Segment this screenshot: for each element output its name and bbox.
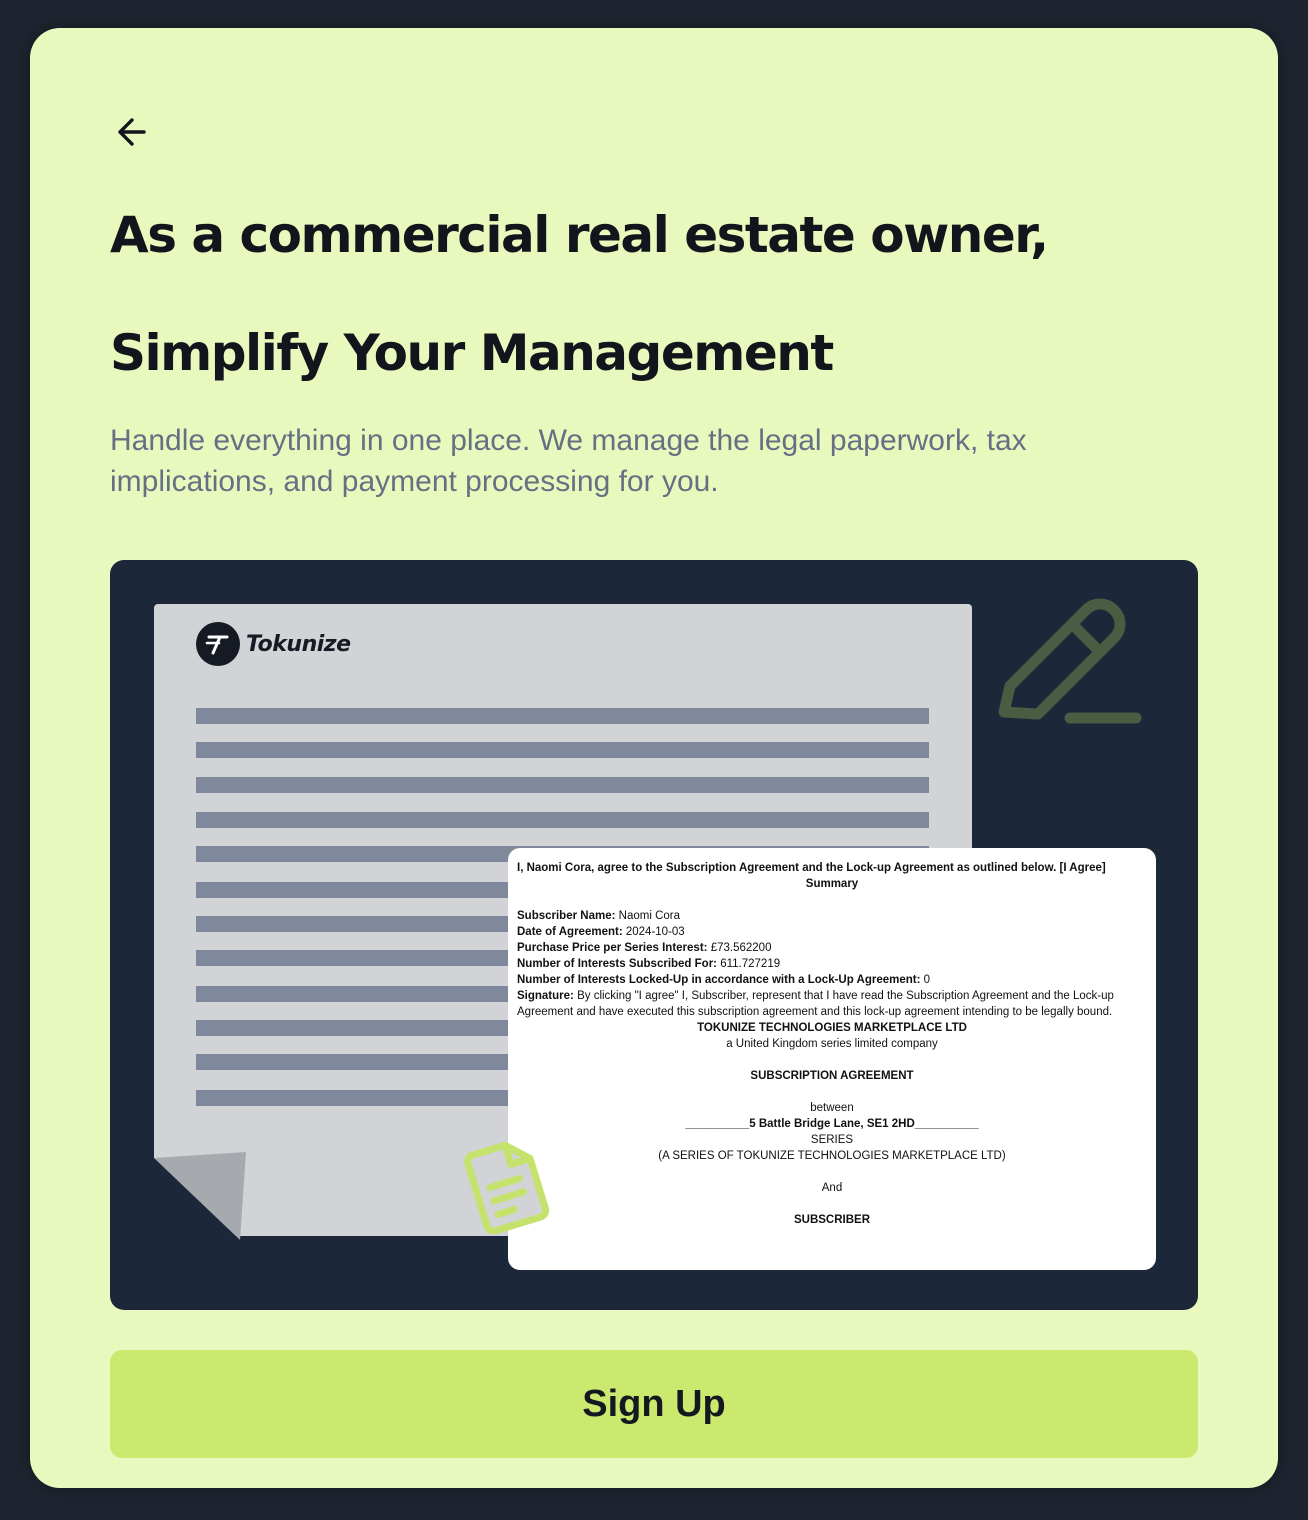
text-line-placeholder xyxy=(196,742,929,758)
arrow-left-icon[interactable] xyxy=(110,108,158,156)
brand-logo-icon xyxy=(196,622,240,666)
field-purchase-price: Purchase Price per Series Interest: £73.… xyxy=(517,942,772,954)
brand-logo: Tokunize xyxy=(196,622,351,666)
pen-icon xyxy=(998,598,1142,724)
page-subtitle: Handle everything in one place. We manag… xyxy=(110,424,1027,498)
series-of-text: (A SERIES OF TOKUNIZE TECHNOLOGIES MARKE… xyxy=(658,1150,1006,1162)
series-name: __________5 Battle Bridge Lane, SE1 2HD_… xyxy=(685,1118,979,1130)
agreement-summary-card: I, Naomi Cora, agree to the Subscription… xyxy=(508,848,1156,1270)
text-line-placeholder xyxy=(196,812,929,828)
brand-logo-text: Tokunize xyxy=(246,631,351,657)
field-date-of-agreement: Date of Agreement: 2024-10-03 xyxy=(517,926,685,938)
page-title-line-2: Simplify Your Management xyxy=(110,324,834,382)
agreement-title: SUBSCRIPTION AGREEMENT xyxy=(750,1070,914,1082)
text-line-placeholder xyxy=(196,777,929,793)
sign-up-button[interactable]: Sign Up xyxy=(110,1350,1198,1458)
field-interests-subscribed: Number of Interests Subscribed For: 611.… xyxy=(517,958,781,970)
page-title-line-1: As a commercial real estate owner, xyxy=(110,206,1049,264)
field-signature: Signature: By clicking "I agree" I, Subs… xyxy=(517,990,1114,1018)
document-icon xyxy=(464,1141,550,1234)
company-description: a United Kingdom series limited company xyxy=(726,1038,938,1050)
between-text: between xyxy=(810,1102,854,1114)
and-text: And xyxy=(821,1182,843,1194)
agreement-intro: I, Naomi Cora, agree to the Subscription… xyxy=(517,862,1106,874)
text-line-placeholder xyxy=(196,708,929,724)
page-fold-corner xyxy=(154,1152,246,1242)
field-subscriber-name: Subscriber Name: Naomi Cora xyxy=(517,910,680,922)
subscriber-label: SUBSCRIBER xyxy=(793,1214,871,1226)
field-interests-locked-up: Number of Interests Locked-Up in accorda… xyxy=(517,974,931,986)
company-name: TOKUNIZE TECHNOLOGIES MARKETPLACE LTD xyxy=(697,1022,967,1034)
series-label: SERIES xyxy=(810,1134,854,1146)
illustration-panel: Tokunize I, Naomi Cora, agree to the Sub… xyxy=(110,560,1198,1310)
summary-heading: Summary xyxy=(805,878,859,890)
